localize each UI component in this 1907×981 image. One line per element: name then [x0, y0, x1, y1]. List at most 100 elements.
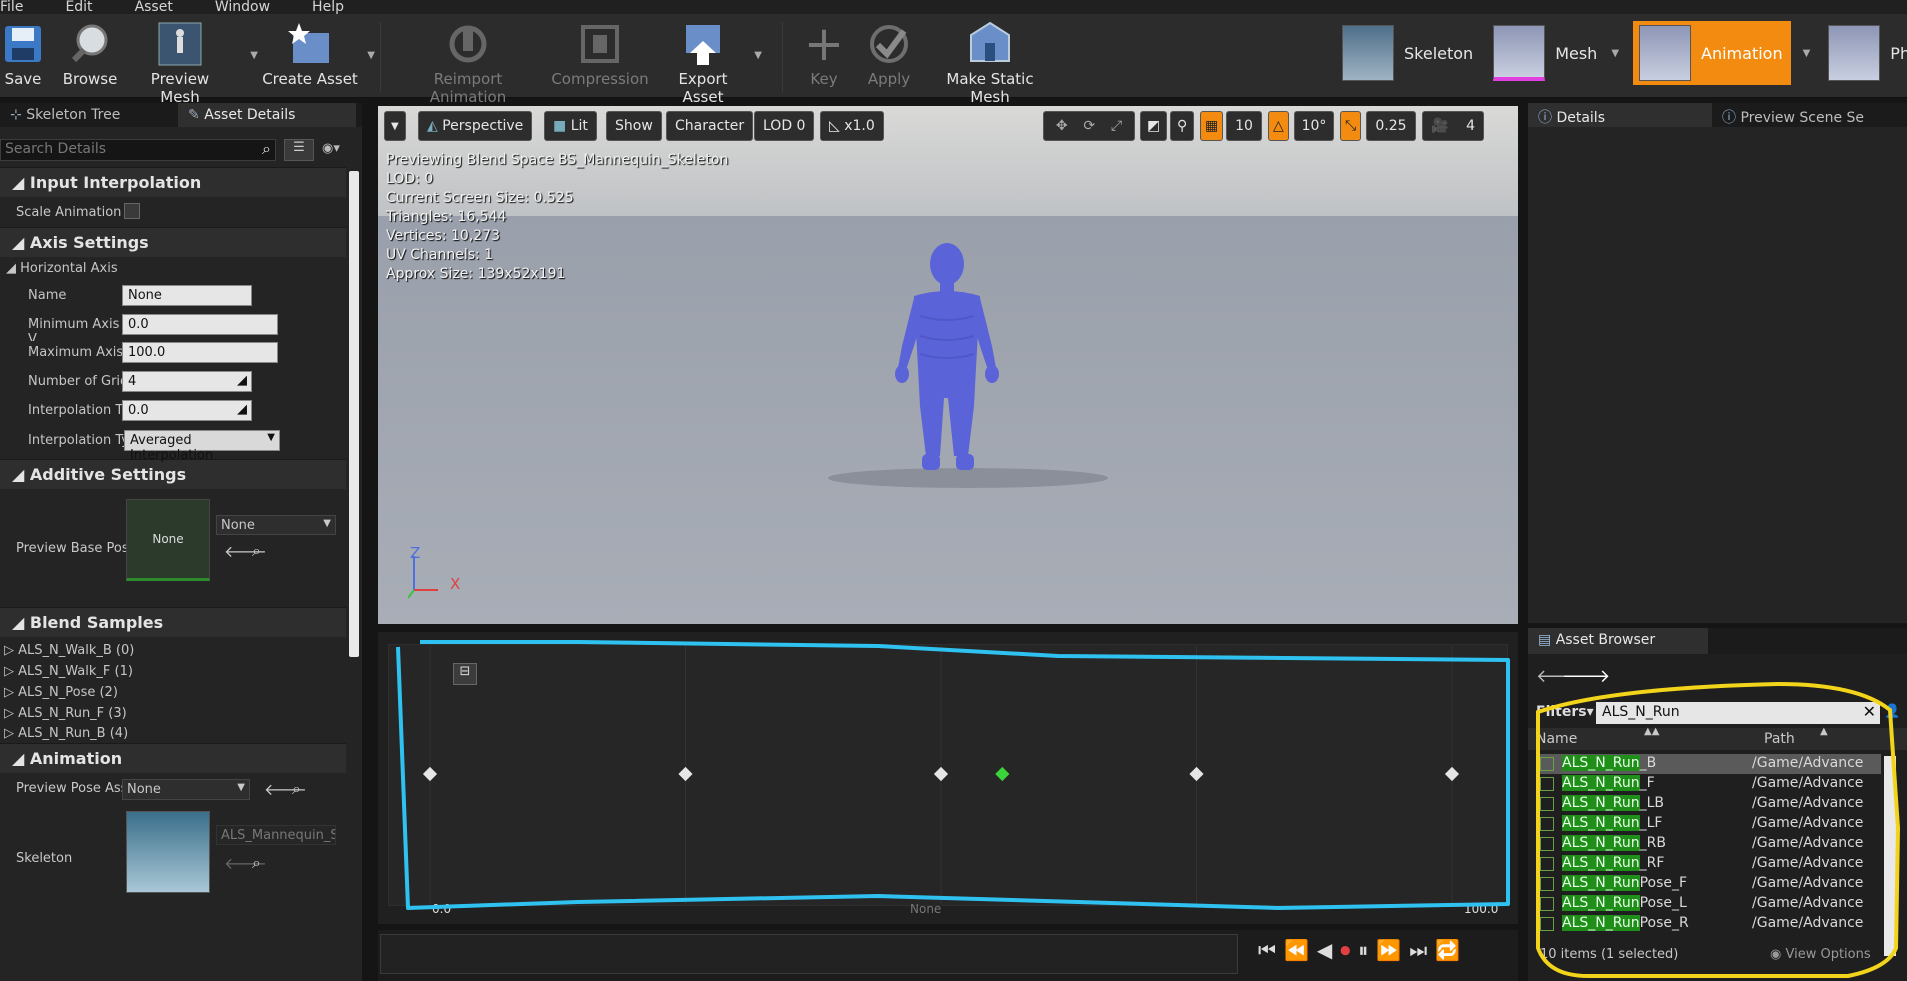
pause-icon[interactable]: ⏸	[1358, 938, 1368, 962]
apply-button[interactable]: Apply	[864, 20, 914, 88]
section-additive-settings[interactable]: ◢ Additive Settings	[0, 459, 346, 489]
step-forward-icon[interactable]: ⏩	[1376, 938, 1401, 962]
record-icon[interactable]: ⏺	[1340, 938, 1350, 962]
max-axis-input[interactable]: 100.0	[122, 342, 278, 363]
axis-name-input[interactable]: None	[122, 285, 252, 306]
grid-divisions-input[interactable]: 4 ◢	[122, 371, 252, 392]
user-icon[interactable]: 👤	[1884, 704, 1900, 719]
filters-button[interactable]: Filters▾	[1536, 704, 1594, 720]
menu-file[interactable]: File	[0, 0, 23, 15]
sample-label: ALS_N_Walk_F (1)	[18, 664, 133, 679]
menu-window[interactable]: Window	[215, 0, 270, 15]
compression-button[interactable]: Compression	[550, 20, 650, 88]
make-static-mesh-button[interactable]: Make Static Mesh	[926, 20, 1054, 106]
blend-sample-point[interactable]	[678, 766, 693, 782]
blend-sample-point[interactable]	[1189, 766, 1204, 782]
anim-sequence-icon	[1540, 777, 1554, 791]
preview-mesh-label: Preview Mesh	[150, 70, 210, 106]
search-details-input[interactable]: Search Details ⌕	[0, 139, 276, 161]
blend-sample-point[interactable]	[1444, 766, 1460, 782]
loop-icon[interactable]: 🔁	[1435, 938, 1460, 962]
export-asset-button[interactable]: Export Asset ▼	[658, 20, 762, 106]
mode-physics-button[interactable]: Physics	[1822, 21, 1907, 85]
history-forward-icon[interactable]: 🡒	[1562, 666, 1610, 687]
max-axis-label: Maximum Axis	[28, 345, 124, 360]
visibility-eye-icon[interactable]: ◉▾	[322, 141, 340, 156]
blend-space-graph[interactable]: ⊟ 0.0 None 100.0	[378, 632, 1518, 924]
asset-list-scrollbar[interactable]	[1884, 756, 1896, 956]
min-axis-input[interactable]: 0.0	[122, 314, 278, 335]
list-item[interactable]: ALS_N_Run_F/Game/Advance	[1536, 774, 1881, 794]
section-axis-settings[interactable]: ◢ Axis Settings	[0, 227, 346, 257]
search-match-highlight: ALS_N_Run	[1562, 775, 1640, 791]
name-column-header[interactable]: Name	[1536, 731, 1577, 747]
menu-edit[interactable]: Edit	[65, 0, 92, 15]
list-item[interactable]: ALS_N_RunPose_L/Game/Advance	[1536, 894, 1881, 914]
list-item[interactable]: ALS_N_Run_RB/Game/Advance	[1536, 834, 1881, 854]
list-item[interactable]: ALS_N_Run_LB/Game/Advance	[1536, 794, 1881, 814]
interpolation-type-combo[interactable]: Averaged Interpolation ▼	[124, 430, 280, 463]
view-list-icon[interactable]: ☰	[284, 139, 314, 161]
mode-skeleton-button[interactable]: Skeleton	[1336, 21, 1487, 85]
timeline-scrubber[interactable]	[380, 934, 1238, 974]
preview-point[interactable]	[995, 766, 1010, 782]
tab-details[interactable]: ⓘ Details	[1528, 103, 1712, 127]
key-button[interactable]: + Key	[800, 16, 848, 88]
view-options-button[interactable]: ◉ View Options	[1770, 947, 1871, 962]
menu-help[interactable]: Help	[312, 0, 344, 15]
close-icon[interactable]: ✕	[1863, 702, 1876, 721]
asset-name: ALS_N_Run_RF	[1562, 855, 1664, 871]
mode-mesh-button[interactable]: Mesh ▼	[1487, 21, 1627, 85]
browse-button[interactable]: Browse	[62, 20, 118, 88]
preview-pose-combo[interactable]: None ▼	[122, 779, 250, 800]
preview-viewport[interactable]: ▼ ◭ Perspective ■ Lit Show Character LOD…	[378, 106, 1518, 624]
anim-sequence-icon	[1540, 877, 1554, 891]
preview-mesh-button[interactable]: Preview Mesh ▼	[130, 20, 258, 106]
menu-asset[interactable]: Asset	[135, 0, 173, 15]
list-item[interactable]: ALS_N_RunPose_F/Game/Advance	[1536, 874, 1881, 894]
tab-preview-scene[interactable]: ⓘ Preview Scene Se	[1712, 103, 1902, 127]
chevron-down-icon[interactable]: ▼	[1803, 48, 1811, 59]
create-asset-button[interactable]: Create Asset ▼	[255, 20, 375, 88]
list-item[interactable]: ALS_N_Run_LF/Game/Advance	[1536, 814, 1881, 834]
list-item[interactable]: ▷ ALS_N_Run_B (4)	[4, 726, 128, 750]
blend-sample-point[interactable]	[933, 766, 949, 782]
anim-sequence-icon	[1540, 917, 1554, 931]
section-input-interpolation[interactable]: ◢ Input Interpolation	[0, 167, 346, 197]
tab-skeleton-tree[interactable]: ⊹ Skeleton Tree	[0, 103, 178, 127]
mode-animation-button[interactable]: Animation	[1633, 21, 1791, 85]
play-reverse-icon[interactable]: ◀	[1317, 938, 1332, 962]
chevron-down-icon: ▼	[323, 518, 331, 529]
grid-divisions-label: Number of Grid	[28, 374, 129, 389]
list-item[interactable]: ALS_N_Run_RF/Game/Advance	[1536, 854, 1881, 874]
list-item[interactable]: ALS_N_RunPose_R/Game/Advance	[1536, 914, 1881, 934]
chevron-down-icon[interactable]: ▼	[1611, 48, 1619, 59]
save-label: Save	[4, 70, 42, 88]
skip-to-end-icon[interactable]: ⏭	[1409, 938, 1427, 962]
horizontal-axis-header[interactable]: ◢ Horizontal Axis	[6, 261, 118, 285]
tab-asset-browser[interactable]: ▤ Asset Browser	[1528, 628, 1708, 654]
scale-animation-checkbox[interactable]	[124, 203, 140, 219]
save-button[interactable]: Save	[0, 20, 46, 88]
chevron-down-icon[interactable]: ▼	[754, 50, 762, 61]
browse-search-icon[interactable]: ⌕	[292, 779, 301, 799]
browse-search-icon[interactable]: ⌕	[252, 853, 261, 873]
tab-asset-details[interactable]: ✎ Asset Details	[178, 103, 356, 127]
list-item[interactable]: ALS_N_Run_B/Game/Advance	[1536, 754, 1881, 774]
step-back-icon[interactable]: ⏪	[1284, 938, 1309, 962]
blend-sample-point[interactable]	[422, 766, 438, 782]
skeleton-thumbnail[interactable]	[126, 811, 210, 893]
details-scrollbar[interactable]	[349, 171, 359, 657]
anim-sequence-icon	[1540, 837, 1554, 851]
eye-icon: ◉	[1770, 947, 1786, 962]
preview-base-thumbnail[interactable]: None	[126, 499, 210, 581]
path-column-header[interactable]: Path	[1764, 731, 1795, 747]
preview-base-combo[interactable]: None ▼	[216, 515, 336, 535]
skip-to-start-icon[interactable]: ⏮	[1258, 938, 1276, 962]
section-blend-samples[interactable]: ◢ Blend Samples	[0, 607, 346, 637]
interpolation-time-input[interactable]: 0.0 ◢	[122, 400, 252, 421]
reimport-animation-button[interactable]: Reimport Animation	[398, 20, 538, 106]
browse-search-icon[interactable]: ⌕	[252, 541, 261, 561]
asset-search-input[interactable]: ALS_N_Run ✕	[1596, 702, 1880, 724]
chevron-down-icon[interactable]: ▼	[367, 50, 375, 61]
